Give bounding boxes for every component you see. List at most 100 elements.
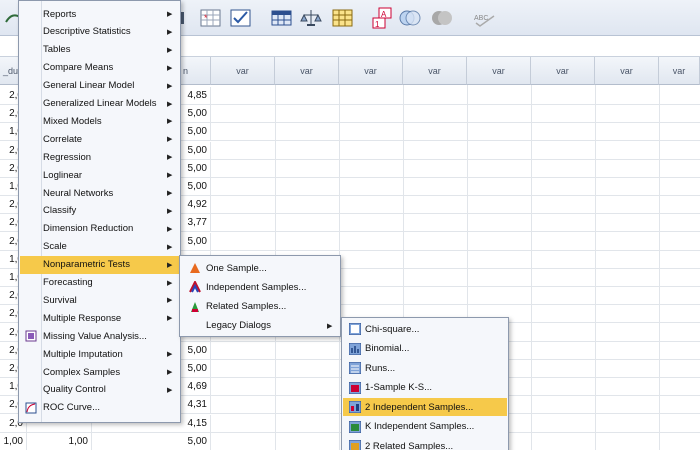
menu-item-correlate[interactable]: Correlate ▶ xyxy=(20,130,179,148)
variables-icon[interactable] xyxy=(270,7,293,29)
var-column-header[interactable]: var xyxy=(595,57,659,85)
menu-item-2-related-samples[interactable]: 2 Related Samples... xyxy=(343,437,507,450)
var-header-label: var xyxy=(492,65,505,76)
menu-item-label: Survival xyxy=(43,294,77,306)
runs-icon xyxy=(348,361,362,375)
var-header-label: var xyxy=(672,65,686,76)
related-samples-icon xyxy=(189,301,201,313)
menu-item-multiple-response[interactable]: Multiple Response ▶ xyxy=(20,309,179,327)
submenu-arrow-icon: ▶ xyxy=(167,28,173,36)
menu-item-survival[interactable]: Survival ▶ xyxy=(20,291,179,309)
analyze-menu: Reports ▶ Descriptive Statistics ▶ Tables ▶ Co… xyxy=(18,0,181,423)
table-cell[interactable]: 1,00 xyxy=(27,432,92,450)
menu-item-label: Reports xyxy=(43,8,77,20)
submenu-arrow-icon: ▶ xyxy=(327,322,333,330)
menu-item-label: 2 Independent Samples... xyxy=(365,401,474,413)
table-cell[interactable]: 5,00 xyxy=(92,432,211,450)
submenu-arrow-icon: ▶ xyxy=(167,369,173,376)
menu-item-reports[interactable]: Reports ▶ xyxy=(20,5,179,23)
one-sample-icon xyxy=(189,262,201,274)
menu-item-label: ROC Curve... xyxy=(43,402,101,414)
menu-item-related-samples[interactable]: Related Samples... xyxy=(181,298,339,316)
menu-item-label: Complex Samples xyxy=(43,366,121,378)
menu-item-tables[interactable]: Tables ▶ xyxy=(20,41,179,59)
var-column-header[interactable]: var xyxy=(467,57,531,85)
menu-item-loglinear[interactable]: Loglinear ▶ xyxy=(20,166,179,184)
var-column-header[interactable]: var xyxy=(211,57,275,85)
menu-item-1-sample-k-s[interactable]: 1-Sample K-S... xyxy=(343,379,507,397)
menu-item-one-sample[interactable]: One Sample... xyxy=(181,259,339,277)
missing-value-icon xyxy=(25,330,37,342)
menu-item-quality-control[interactable]: Quality Control ▶ xyxy=(20,381,179,399)
menu-item-label: Runs... xyxy=(365,362,396,374)
menu-item-label: Multiple Imputation xyxy=(43,348,123,360)
insert-cases-icon[interactable]: * xyxy=(199,7,222,29)
menu-item-multiple-imputation[interactable]: Multiple Imputation ▶ xyxy=(20,345,179,363)
menu-item-label: Descriptive Statistics xyxy=(43,26,131,38)
menu-item-label: Missing Value Analysis... xyxy=(43,330,147,342)
menu-item-label: Classify xyxy=(43,205,77,217)
column-header-label: _du xyxy=(3,65,19,76)
submenu-arrow-icon: ▶ xyxy=(167,207,173,215)
legacy-dialogs-submenu: Chi-square... Binomial... Runs... 1-Sample … xyxy=(341,317,509,450)
menu-item-generalized-linear-models[interactable]: Generalized Linear Models ▶ xyxy=(20,95,179,113)
show-all-variables-icon[interactable] xyxy=(430,7,453,29)
menu-item-label: Neural Networks xyxy=(43,187,114,199)
k-independent-icon xyxy=(348,420,362,433)
var-column-header[interactable]: var xyxy=(531,57,595,85)
menu-item-label: Scale xyxy=(43,241,67,253)
submenu-arrow-icon: ▶ xyxy=(167,190,173,197)
menu-item-label: Legacy Dialogs xyxy=(206,320,271,332)
menu-item-independent-samples[interactable]: Independent Samples... xyxy=(181,278,339,296)
submenu-arrow-icon: ▶ xyxy=(167,243,173,251)
submenu-arrow-icon: ▶ xyxy=(167,11,173,18)
menu-item-forecasting[interactable]: Forecasting ▶ xyxy=(20,274,179,292)
independent-samples-icon xyxy=(189,280,201,293)
menu-item-complex-samples[interactable]: Complex Samples ▶ xyxy=(20,363,179,381)
menu-item-missing-value-analysis[interactable]: Missing Value Analysis... xyxy=(20,327,179,345)
menu-item-compare-means[interactable]: Compare Means ▶ xyxy=(20,59,179,77)
weight-cases-icon[interactable] xyxy=(300,7,323,29)
chi-square-icon xyxy=(348,322,362,336)
var-header-label: var xyxy=(556,65,569,76)
use-sets-icon[interactable] xyxy=(398,7,421,29)
var-column-header[interactable]: var xyxy=(275,57,339,85)
value-labels-icon[interactable]: A 1 xyxy=(371,7,394,29)
menu-item-label: 1-Sample K-S... xyxy=(365,382,433,393)
menu-item-label: Multiple Response xyxy=(43,312,122,324)
var-column-header[interactable]: var xyxy=(339,57,403,85)
spss-window: * A 1 ABC _du n var var var var var var … xyxy=(0,0,700,450)
menu-item-scale[interactable]: Scale ▶ xyxy=(20,238,179,256)
var-column-header[interactable]: var xyxy=(659,57,700,85)
menu-item-roc-curve[interactable]: ROC Curve... xyxy=(20,399,179,417)
menu-item-classify[interactable]: Classify ▶ xyxy=(20,202,179,220)
menu-item-k-independent-samples[interactable]: K Independent Samples... xyxy=(343,418,507,436)
var-column-header[interactable]: var xyxy=(403,57,467,85)
menu-item-label: Regression xyxy=(43,151,92,163)
menu-item-general-linear-model[interactable]: General Linear Model ▶ xyxy=(20,77,179,95)
select-cases-icon[interactable] xyxy=(229,7,252,29)
split-file-icon[interactable] xyxy=(331,7,354,29)
menu-item-binomial[interactable]: Binomial... xyxy=(343,340,507,358)
menu-item-label: Loglinear xyxy=(43,169,83,181)
table-cell[interactable]: 1,00 xyxy=(0,432,27,450)
menu-item-label: Quality Control xyxy=(43,384,106,396)
menu-item-dimension-reduction[interactable]: Dimension Reduction ▶ xyxy=(20,220,179,238)
var-header-label: var xyxy=(428,65,441,76)
menu-item-nonparametric-tests[interactable]: Nonparametric Tests ▶ xyxy=(20,255,179,274)
spell-check-icon[interactable]: ABC xyxy=(472,7,500,29)
menu-item-label: Independent Samples... xyxy=(206,281,307,293)
menu-item-label: Tables xyxy=(43,44,71,56)
menu-item-neural-networks[interactable]: Neural Networks ▶ xyxy=(20,184,179,202)
menu-item-2-independent-samples[interactable]: 2 Independent Samples... xyxy=(343,398,507,416)
svg-text:*: * xyxy=(204,13,208,23)
svg-text:1: 1 xyxy=(375,20,380,29)
var-header-label: var xyxy=(620,65,633,76)
menu-item-legacy-dialogs[interactable]: Legacy Dialogs ▶ xyxy=(181,317,339,335)
menu-item-chi-square[interactable]: Chi-square... xyxy=(343,320,507,338)
menu-item-mixed-models[interactable]: Mixed Models ▶ xyxy=(20,112,179,130)
submenu-arrow-icon: ▶ xyxy=(167,351,173,359)
menu-item-runs[interactable]: Runs... xyxy=(343,359,507,377)
menu-item-regression[interactable]: Regression ▶ xyxy=(20,148,179,166)
menu-item-descriptive-statistics[interactable]: Descriptive Statistics ▶ xyxy=(20,23,179,41)
